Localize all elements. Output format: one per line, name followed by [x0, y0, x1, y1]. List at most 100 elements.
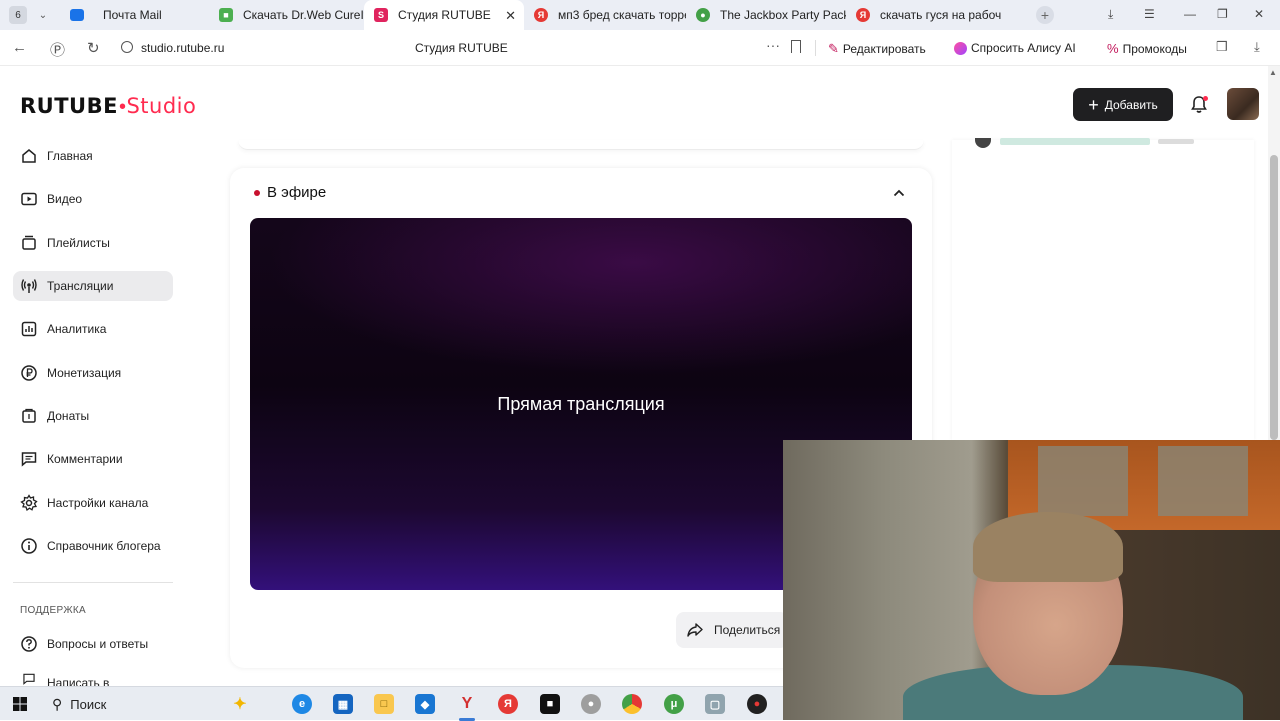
sidebar-item-video[interactable]: Видео: [13, 184, 173, 214]
tab-title: Студия RUTUBE: [398, 8, 491, 22]
recorder-icon[interactable]: ●: [747, 694, 767, 714]
bookmark-icon[interactable]: [791, 40, 801, 53]
rutube-studio-logo[interactable]: RUTUBE • Studio: [20, 94, 196, 119]
sidebar-item-monetization[interactable]: Монетизация: [13, 358, 173, 388]
tab-list-chevron-icon[interactable]: ⌄: [33, 5, 53, 25]
yandex-browser-icon[interactable]: Y: [457, 694, 477, 714]
copilot-sparkle-icon[interactable]: ✦: [230, 694, 250, 714]
tab-rutube-studio[interactable]: S Студия RUTUBE ✕: [364, 0, 524, 30]
tab-title: скачать гуся на рабочий: [880, 8, 1002, 22]
sidebar-item-label: Донаты: [47, 409, 90, 423]
yandex-icon[interactable]: Я: [498, 694, 518, 714]
tab-yandex-goose[interactable]: Я скачать гуся на рабочий: [846, 0, 1002, 30]
sidebar-item-label: Монетизация: [47, 366, 122, 380]
back-arrow-icon[interactable]: ←: [12, 39, 27, 56]
close-tab-icon[interactable]: ✕: [505, 8, 516, 24]
logo-dot: •: [118, 96, 127, 118]
sidebar-item-home[interactable]: Главная: [13, 141, 173, 171]
add-button-label: Добавить: [1104, 97, 1158, 112]
right-panel: [952, 140, 1254, 440]
sidebar-item-channel-settings[interactable]: Настройки канала: [13, 488, 173, 518]
question-icon: [21, 636, 37, 652]
sidebar-item-label: Вопросы и ответы: [47, 637, 149, 651]
yandex-home-icon[interactable]: Ⓟ: [50, 39, 65, 60]
yandex-icon: Я: [856, 8, 870, 22]
windows-start-icon[interactable]: [13, 697, 27, 711]
divider: [815, 40, 816, 56]
yandex-icon: Я: [534, 8, 548, 22]
alice-icon: [954, 41, 967, 55]
chrome-icon[interactable]: [622, 694, 642, 714]
sidebar-item-label: Написать в: [47, 676, 110, 686]
chat-icon: [23, 673, 35, 685]
roblox-icon[interactable]: ■: [540, 694, 560, 714]
sidebar-item-donations[interactable]: Донаты: [13, 401, 173, 431]
reload-icon[interactable]: ↻: [87, 39, 100, 57]
sidebar-divider: [13, 582, 173, 583]
sidebar-item-blogger-guide[interactable]: Справочник блогера: [13, 531, 173, 561]
new-tab-plus-icon[interactable]: +: [1036, 6, 1054, 24]
pencil-icon: ✎: [828, 41, 839, 56]
download-icon[interactable]: ⤓: [1108, 7, 1113, 22]
more-options-icon[interactable]: ···: [766, 37, 780, 53]
scroll-up-arrow-icon[interactable]: ▲: [1269, 68, 1277, 77]
percent-icon: %: [1107, 41, 1119, 56]
alice-ai-button[interactable]: Спросить Алису AI: [954, 41, 1076, 55]
sidebar-item-playlists[interactable]: Плейлисты: [13, 228, 173, 258]
store-icon[interactable]: ▦: [333, 694, 353, 714]
support-heading: ПОДДЕРЖКА: [20, 605, 86, 616]
photos-icon[interactable]: ▢: [705, 694, 725, 714]
sidebar-item-contact[interactable]: Написать в: [13, 672, 173, 686]
webcam-overlay: [783, 440, 1280, 720]
tab-yandex-search[interactable]: Я мп3 бред скачать торре: [524, 0, 686, 30]
menu-icon[interactable]: ☰: [1144, 7, 1155, 21]
person-hair: [973, 512, 1123, 582]
steam-icon: ●: [696, 8, 710, 22]
utorrent-icon[interactable]: μ: [664, 694, 684, 714]
gear-icon: [20, 494, 38, 512]
edit-extension-button[interactable]: ✎ Редактировать: [828, 41, 926, 57]
close-window-icon[interactable]: ✕: [1254, 7, 1264, 21]
tab-mail[interactable]: Почта Mail: [93, 0, 209, 30]
rutube-icon: S: [374, 8, 388, 22]
tab-title: мп3 бред скачать торре: [558, 8, 686, 22]
sidebar-item-faq[interactable]: Вопросы и ответы: [13, 629, 173, 659]
plus-icon: +: [1088, 94, 1099, 115]
tab-jackbox[interactable]: ● The Jackbox Party Pack 2: [686, 0, 846, 30]
site-info-icon[interactable]: [121, 41, 133, 53]
alice-label: Спросить Алису AI: [971, 41, 1076, 55]
chevron-up-icon[interactable]: [892, 186, 906, 200]
live-section-title: В эфире: [267, 184, 327, 201]
sidebar-item-comments[interactable]: Комментарии: [13, 444, 173, 474]
sidebar-item-label: Справочник блогера: [47, 539, 161, 553]
add-button[interactable]: + Добавить: [1073, 88, 1173, 121]
minimize-icon[interactable]: —: [1184, 7, 1196, 21]
donate-icon: [22, 408, 36, 423]
share-button[interactable]: Поделиться: [676, 612, 788, 648]
url-field[interactable]: studio.rutube.ru: [141, 41, 224, 55]
logo-main: RUTUBE: [20, 94, 118, 118]
promo-label: Промокоды: [1122, 41, 1187, 56]
scrollbar-thumb[interactable]: [1270, 155, 1278, 440]
tab-counter[interactable]: 6: [9, 6, 27, 24]
collections-icon[interactable]: ❒: [1216, 39, 1228, 55]
promo-codes-button[interactable]: % Промокоды: [1107, 41, 1187, 56]
ruble-icon: [21, 365, 37, 381]
sidebar-item-analytics[interactable]: Аналитика: [13, 314, 173, 344]
sidebar-item-label: Комментарии: [47, 452, 123, 466]
browser-tab-strip: 6 ⌄ Почта Mail ■ Скачать Dr.Web CureIt! …: [0, 0, 1280, 30]
restore-icon[interactable]: ❐: [1217, 7, 1228, 21]
file-explorer-icon[interactable]: □: [374, 694, 394, 714]
taskbar-search-placeholder: Поиск: [70, 696, 107, 712]
mail-app-icon[interactable]: [67, 5, 87, 25]
tab-drweb[interactable]: ■ Скачать Dr.Web CureIt!: [209, 0, 364, 30]
chat-message-time: [1158, 139, 1194, 144]
edge-icon[interactable]: e: [292, 694, 312, 714]
downloads-icon[interactable]: ⤓: [1254, 39, 1260, 55]
disc-icon[interactable]: ●: [581, 694, 601, 714]
info-icon: [21, 538, 37, 554]
avatar[interactable]: [1227, 88, 1259, 120]
roblox-studio-icon[interactable]: ◆: [415, 694, 435, 714]
sidebar-item-broadcasts[interactable]: Трансляции: [13, 271, 173, 301]
sidebar-item-label: Главная: [47, 149, 93, 163]
